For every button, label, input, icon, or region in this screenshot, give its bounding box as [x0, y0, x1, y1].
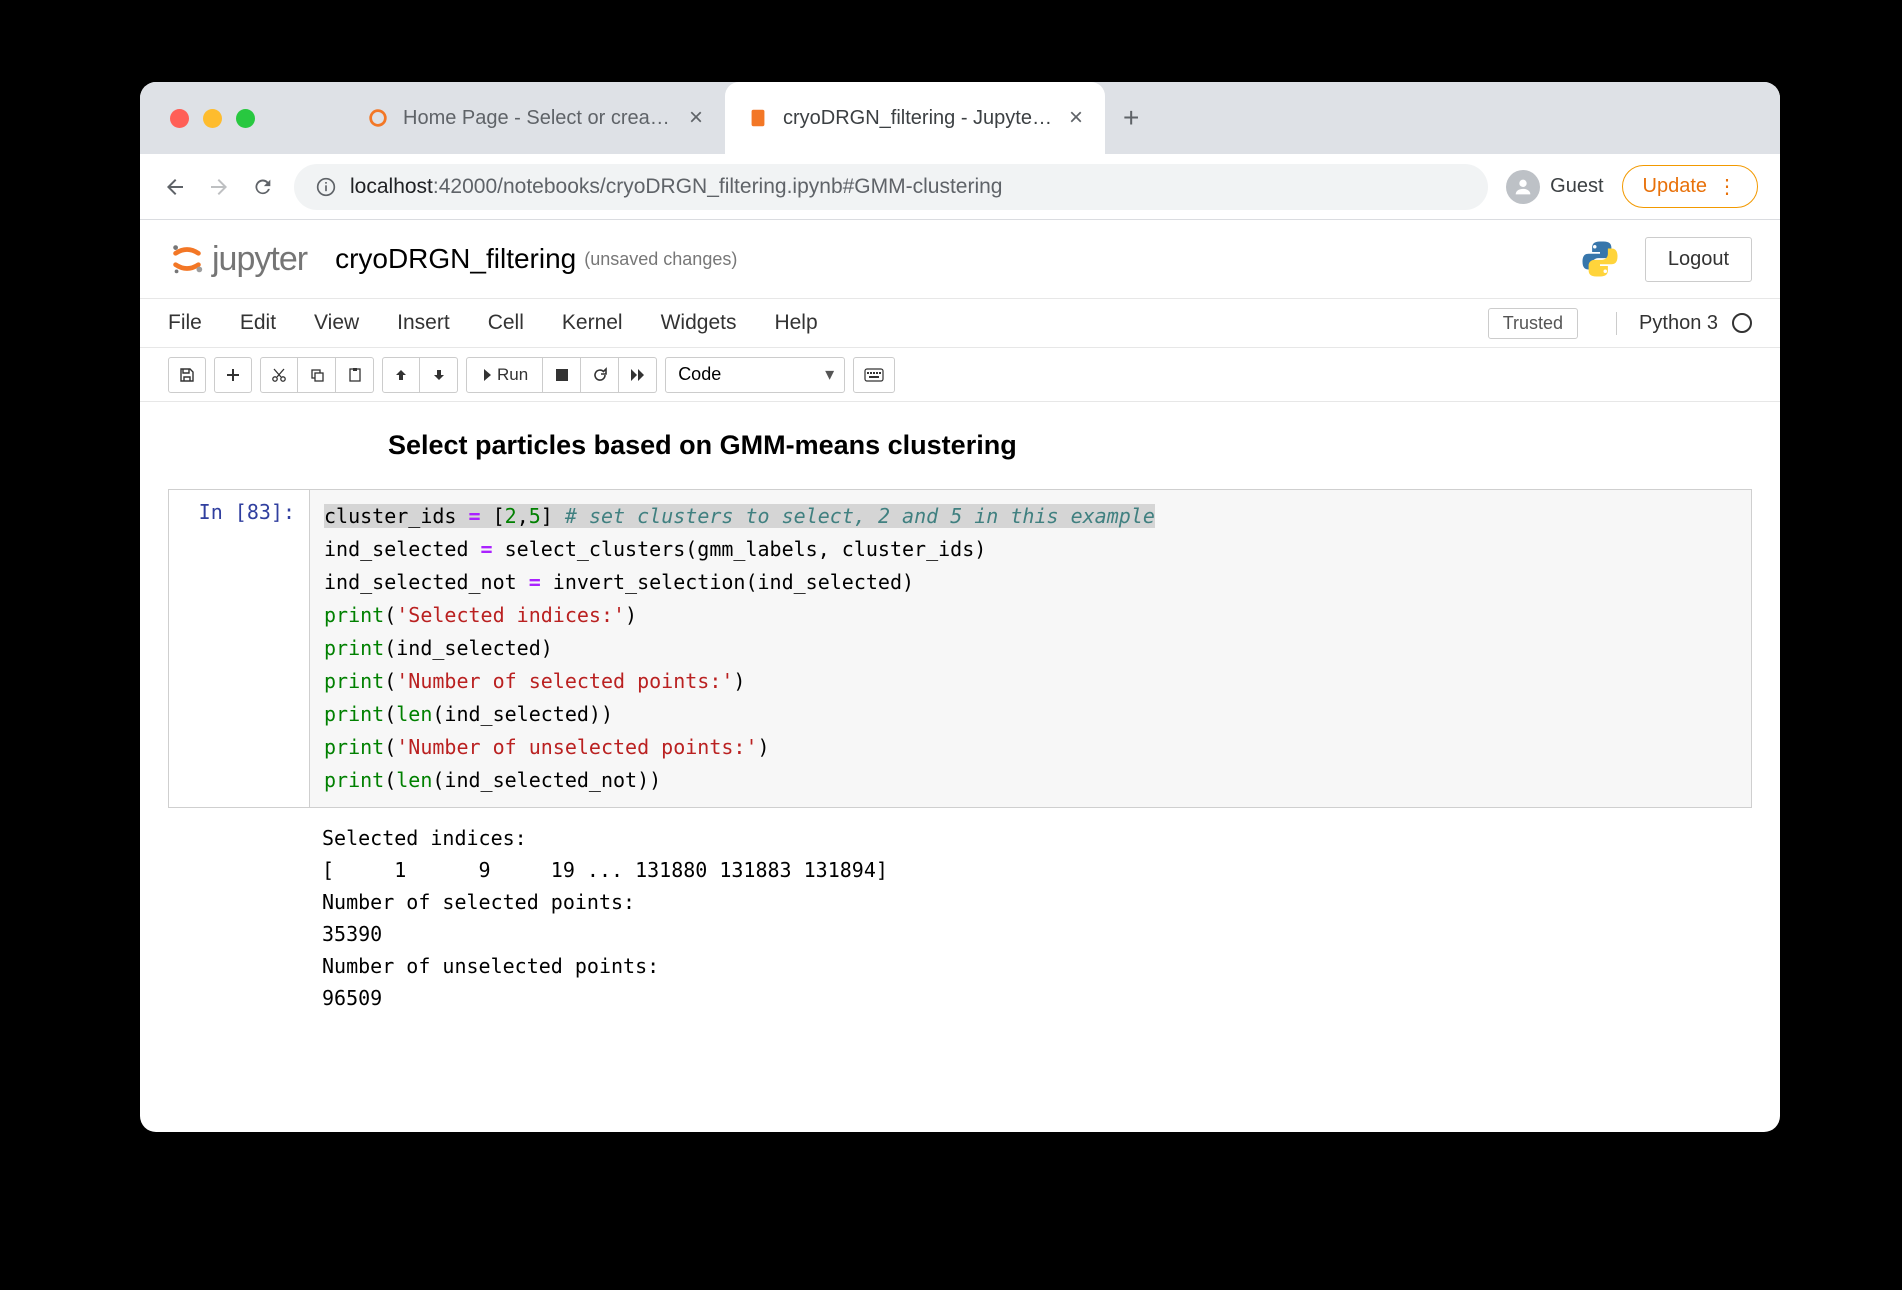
menu-help[interactable]: Help	[774, 311, 817, 335]
menu-bar: File Edit View Insert Cell Kernel Widget…	[140, 298, 1780, 348]
reload-button[interactable]	[250, 176, 276, 198]
command-palette-button[interactable]	[853, 357, 895, 393]
window-controls	[170, 109, 255, 128]
run-label: Run	[497, 365, 528, 385]
forward-button[interactable]	[206, 175, 232, 199]
profile-label: Guest	[1550, 175, 1603, 198]
update-label: Update	[1643, 175, 1708, 198]
output-area: . Selected indices: [ 1 9 19 ... 131880 …	[168, 812, 1752, 1024]
output-prompt: .	[168, 812, 308, 1024]
back-button[interactable]	[162, 175, 188, 199]
site-info-icon[interactable]	[316, 177, 336, 197]
notebook-icon	[747, 107, 769, 129]
close-tab-icon[interactable]: ×	[689, 104, 703, 132]
code-cell[interactable]: In [83]: cluster_ids = [2,5] # set clust…	[168, 489, 1752, 808]
menu-insert[interactable]: Insert	[397, 311, 450, 335]
notebook-content: Select particles based on GMM-means clus…	[140, 402, 1780, 1052]
jupyter-logo[interactable]: jupyter	[168, 240, 307, 279]
menu-view[interactable]: View	[314, 311, 359, 335]
avatar-icon	[1506, 170, 1540, 204]
jupyter-header: jupyter cryoDRGN_filtering (unsaved chan…	[140, 220, 1780, 298]
code-input[interactable]: cluster_ids = [2,5] # set clusters to se…	[309, 490, 1751, 807]
interrupt-button[interactable]	[543, 357, 581, 393]
markdown-cell[interactable]: Select particles based on GMM-means clus…	[388, 430, 1752, 461]
close-window-button[interactable]	[170, 109, 189, 128]
move-down-button[interactable]	[420, 357, 458, 393]
toolbar: Run Code	[140, 348, 1780, 402]
restart-run-all-button[interactable]	[619, 357, 657, 393]
cell-type-select[interactable]: Code	[665, 357, 845, 393]
tab-title: Home Page - Select or create a	[403, 107, 675, 130]
kernel-name: Python 3	[1639, 312, 1718, 335]
trusted-indicator[interactable]: Trusted	[1488, 308, 1578, 339]
browser-window: Home Page - Select or create a × cryoDRG…	[140, 82, 1780, 1132]
tab-strip: Home Page - Select or create a × cryoDRG…	[140, 82, 1780, 154]
tab-title: cryoDRGN_filtering - Jupyter N	[783, 107, 1055, 130]
maximize-window-button[interactable]	[236, 109, 255, 128]
input-prompt: In [83]:	[169, 490, 309, 807]
minimize-window-button[interactable]	[203, 109, 222, 128]
more-icon: ⋮	[1717, 174, 1737, 199]
copy-button[interactable]	[298, 357, 336, 393]
jupyter-icon	[367, 107, 389, 129]
new-tab-button[interactable]: +	[1123, 102, 1139, 134]
menu-file[interactable]: File	[168, 311, 202, 335]
run-button[interactable]: Run	[466, 357, 543, 393]
menu-widgets[interactable]: Widgets	[661, 311, 737, 335]
cut-button[interactable]	[260, 357, 298, 393]
python-icon	[1579, 238, 1621, 280]
restart-button[interactable]	[581, 357, 619, 393]
save-button[interactable]	[168, 357, 206, 393]
notebook-title[interactable]: cryoDRGN_filtering	[335, 243, 576, 275]
address-bar[interactable]: localhost:42000/notebooks/cryoDRGN_filte…	[294, 164, 1488, 210]
cell-type-value: Code	[678, 364, 721, 385]
browser-tab-notebook[interactable]: cryoDRGN_filtering - Jupyter N ×	[725, 82, 1105, 154]
heading: Select particles based on GMM-means clus…	[388, 430, 1752, 461]
profile-chip[interactable]: Guest	[1506, 170, 1603, 204]
output-text: Selected indices: [ 1 9 19 ... 131880 13…	[308, 812, 1752, 1024]
jupyter-logo-text: jupyter	[212, 240, 307, 279]
paste-button[interactable]	[336, 357, 374, 393]
browser-tab-home[interactable]: Home Page - Select or create a ×	[345, 82, 725, 154]
menu-cell[interactable]: Cell	[488, 311, 524, 335]
notebook-status: (unsaved changes)	[584, 249, 737, 270]
kernel-indicator: Python 3	[1616, 312, 1752, 335]
logout-button[interactable]: Logout	[1645, 237, 1752, 282]
update-button[interactable]: Update ⋮	[1622, 165, 1759, 208]
kernel-status-icon[interactable]	[1732, 313, 1752, 333]
close-tab-icon[interactable]: ×	[1069, 104, 1083, 132]
menu-edit[interactable]: Edit	[240, 311, 276, 335]
address-bar-row: localhost:42000/notebooks/cryoDRGN_filte…	[140, 154, 1780, 220]
add-cell-button[interactable]	[214, 357, 252, 393]
move-up-button[interactable]	[382, 357, 420, 393]
menu-kernel[interactable]: Kernel	[562, 311, 623, 335]
url-text: localhost:42000/notebooks/cryoDRGN_filte…	[350, 175, 1003, 199]
